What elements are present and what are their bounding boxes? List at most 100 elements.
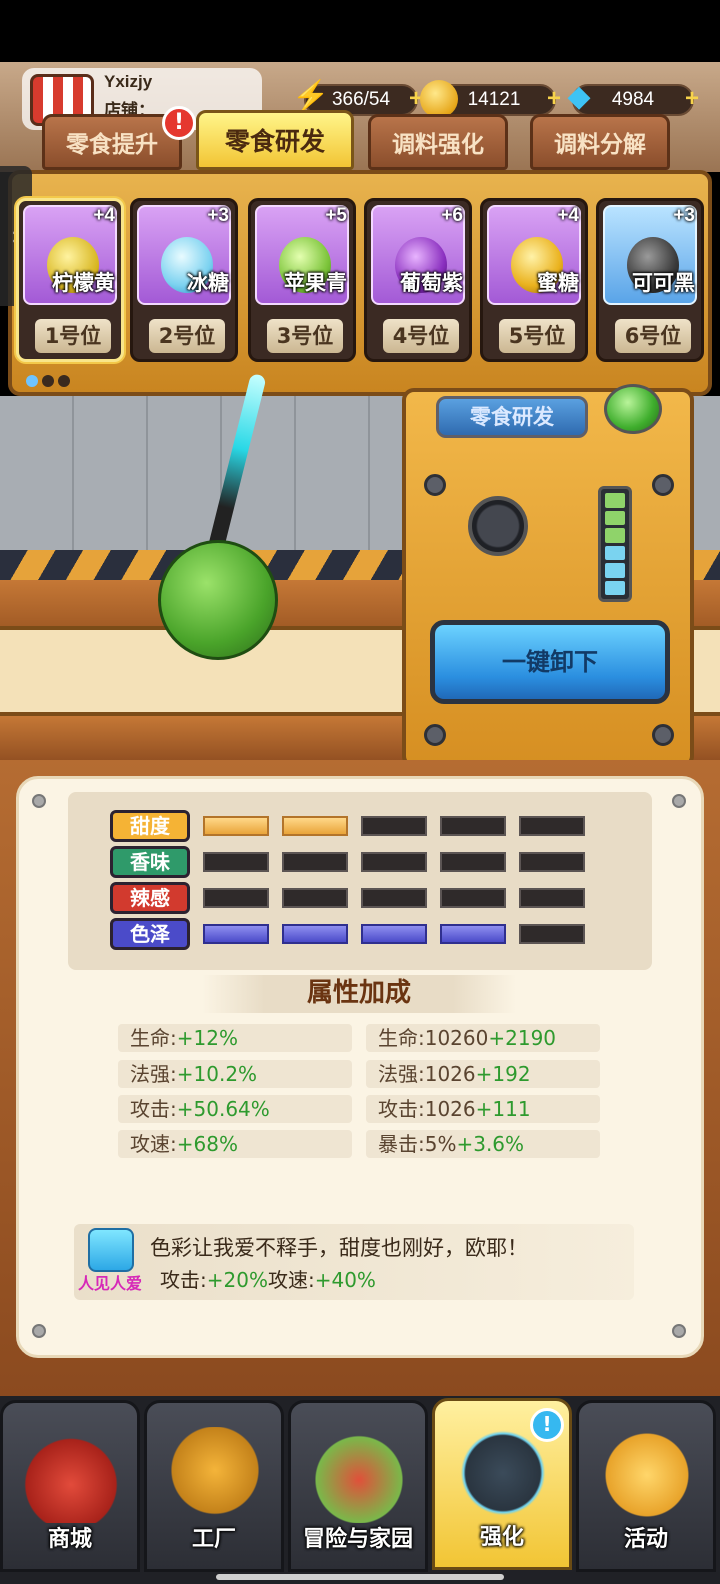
bolt-icon	[652, 724, 674, 746]
attribute-level-bar	[440, 852, 506, 872]
nav-label: 商城	[47, 1527, 92, 1552]
nav-activity[interactable]: 活动	[576, 1400, 716, 1572]
nav-factory[interactable]: 工厂	[144, 1400, 284, 1572]
attribute-level-bar	[203, 816, 269, 836]
attribute-level-bar	[519, 816, 585, 836]
player-name: Yxizjy	[104, 72, 153, 91]
combo-description: 色彩让我爱不释手，甜度也刚好，欧耶！	[150, 1236, 528, 1260]
gem-counter: ◆ 4984 +	[567, 80, 699, 116]
bolt-icon	[424, 724, 446, 746]
tab-snack-research[interactable]: 零食研发	[196, 110, 354, 170]
attribute-level-bar	[361, 924, 427, 944]
attribute-level-bar	[361, 816, 427, 836]
bolt-icon	[424, 474, 446, 496]
attribute-label: 香味	[110, 846, 190, 878]
attribute-row-spiciness: 辣感	[110, 882, 585, 914]
slot-4[interactable]: +6 葡萄紫 4号位	[364, 198, 472, 362]
attribute-label: 甜度	[110, 810, 190, 842]
slot-level: +4	[557, 205, 579, 226]
attribute-level-bar	[282, 816, 348, 836]
slot-name: 苹果青	[284, 271, 347, 295]
alert-badge-icon: !	[162, 106, 196, 140]
attribute-level-bar	[440, 924, 506, 944]
slot-5[interactable]: +4 蜜糖 5号位	[480, 198, 588, 362]
slot-1[interactable]: +4 柠檬黄 1号位	[16, 198, 124, 362]
attribute-label: 辣感	[110, 882, 190, 914]
attribute-level-bar	[203, 924, 269, 944]
unload-all-button[interactable]: 一键卸下	[430, 620, 670, 704]
research-machine	[402, 388, 694, 768]
rivet-icon	[32, 794, 46, 808]
alert-badge-icon: !	[530, 1408, 564, 1442]
gauge-icon	[468, 496, 528, 556]
slot-level: +4	[93, 205, 115, 226]
status-bar	[0, 0, 720, 62]
green-robot-icon	[158, 540, 278, 660]
bonus-title: 属性加成	[202, 975, 516, 1013]
nav-label: 强化	[479, 1525, 524, 1550]
nav-adventure-home[interactable]: 冒险与家园	[288, 1400, 428, 1572]
rivet-icon	[672, 794, 686, 808]
slot-position: 2号位	[149, 319, 225, 353]
attribute-row-aroma: 香味	[110, 846, 585, 878]
slot-name: 葡萄紫	[400, 271, 463, 295]
slot-level: +3	[207, 205, 229, 226]
energy-value: 366/54	[331, 89, 391, 110]
factory-icon	[167, 1427, 263, 1523]
attribute-level-bar	[361, 852, 427, 872]
level-meter	[598, 486, 632, 602]
gem-value: 4984	[611, 89, 655, 110]
nav-label: 冒险与家园	[302, 1527, 413, 1552]
slot-name: 冰糖	[187, 271, 229, 295]
attribute-level-bar	[282, 924, 348, 944]
slot-3[interactable]: +5 苹果青 3号位	[248, 198, 356, 362]
attribute-level-bar	[203, 852, 269, 872]
slot-2[interactable]: +3 冰糖 2号位	[130, 198, 238, 362]
bolt-icon	[652, 474, 674, 496]
attribute-level-bar	[440, 816, 506, 836]
page-indicator	[26, 375, 70, 387]
attribute-row-sweetness: 甜度	[110, 810, 585, 842]
nav-label: 活动	[623, 1527, 668, 1552]
stat-left: 生命:+12%	[118, 1024, 352, 1052]
attribute-level-bar	[519, 852, 585, 872]
tab-seasoning-enhance[interactable]: 调料强化	[368, 114, 508, 170]
horn-icon	[599, 1427, 695, 1523]
stat-right: 生命:10260+2190	[366, 1024, 600, 1052]
slot-position: 5号位	[499, 319, 575, 353]
tab-snack-upgrade[interactable]: 零食提升	[42, 114, 182, 170]
slot-name: 可可黑	[632, 271, 695, 295]
attribute-level-bar	[361, 888, 427, 908]
page-dot	[42, 375, 54, 387]
slot-level: +6	[441, 205, 463, 226]
slot-name: 柠檬黄	[52, 271, 115, 295]
stat-left: 攻击:+50.64%	[118, 1095, 352, 1123]
attribute-level-bar	[203, 888, 269, 908]
slot-position: 1号位	[35, 319, 111, 353]
diamond-icon: ◆	[567, 80, 591, 113]
shopping-cart-icon	[23, 1427, 119, 1523]
stat-right: 法强:1026+192	[366, 1060, 600, 1088]
attribute-level-bar	[440, 888, 506, 908]
rivet-icon	[32, 1324, 46, 1338]
slot-6[interactable]: +3 可可黑 6号位	[596, 198, 704, 362]
slot-position: 4号位	[383, 319, 459, 353]
slot-position: 6号位	[615, 319, 691, 353]
attribute-level-bar	[282, 852, 348, 872]
attribute-row-luster: 色泽	[110, 918, 585, 950]
slot-position: 3号位	[267, 319, 343, 353]
tab-seasoning-decompose[interactable]: 调料分解	[530, 114, 670, 170]
slot-name: 蜜糖	[537, 271, 579, 295]
gold-coin-icon	[420, 80, 458, 118]
stat-left: 法强:+10.2%	[118, 1060, 352, 1088]
slot-level: +5	[325, 205, 347, 226]
nav-shop[interactable]: 商城	[0, 1400, 140, 1572]
gold-counter: 14121 +	[420, 80, 561, 118]
stat-left: 攻速:+68%	[118, 1130, 352, 1158]
attribute-level-bar	[282, 888, 348, 908]
add-gems-button[interactable]: +	[680, 87, 704, 112]
green-light-button[interactable]	[604, 384, 662, 434]
page-dot	[26, 375, 38, 387]
slot-level: +3	[673, 205, 695, 226]
adventure-icon	[311, 1427, 407, 1523]
